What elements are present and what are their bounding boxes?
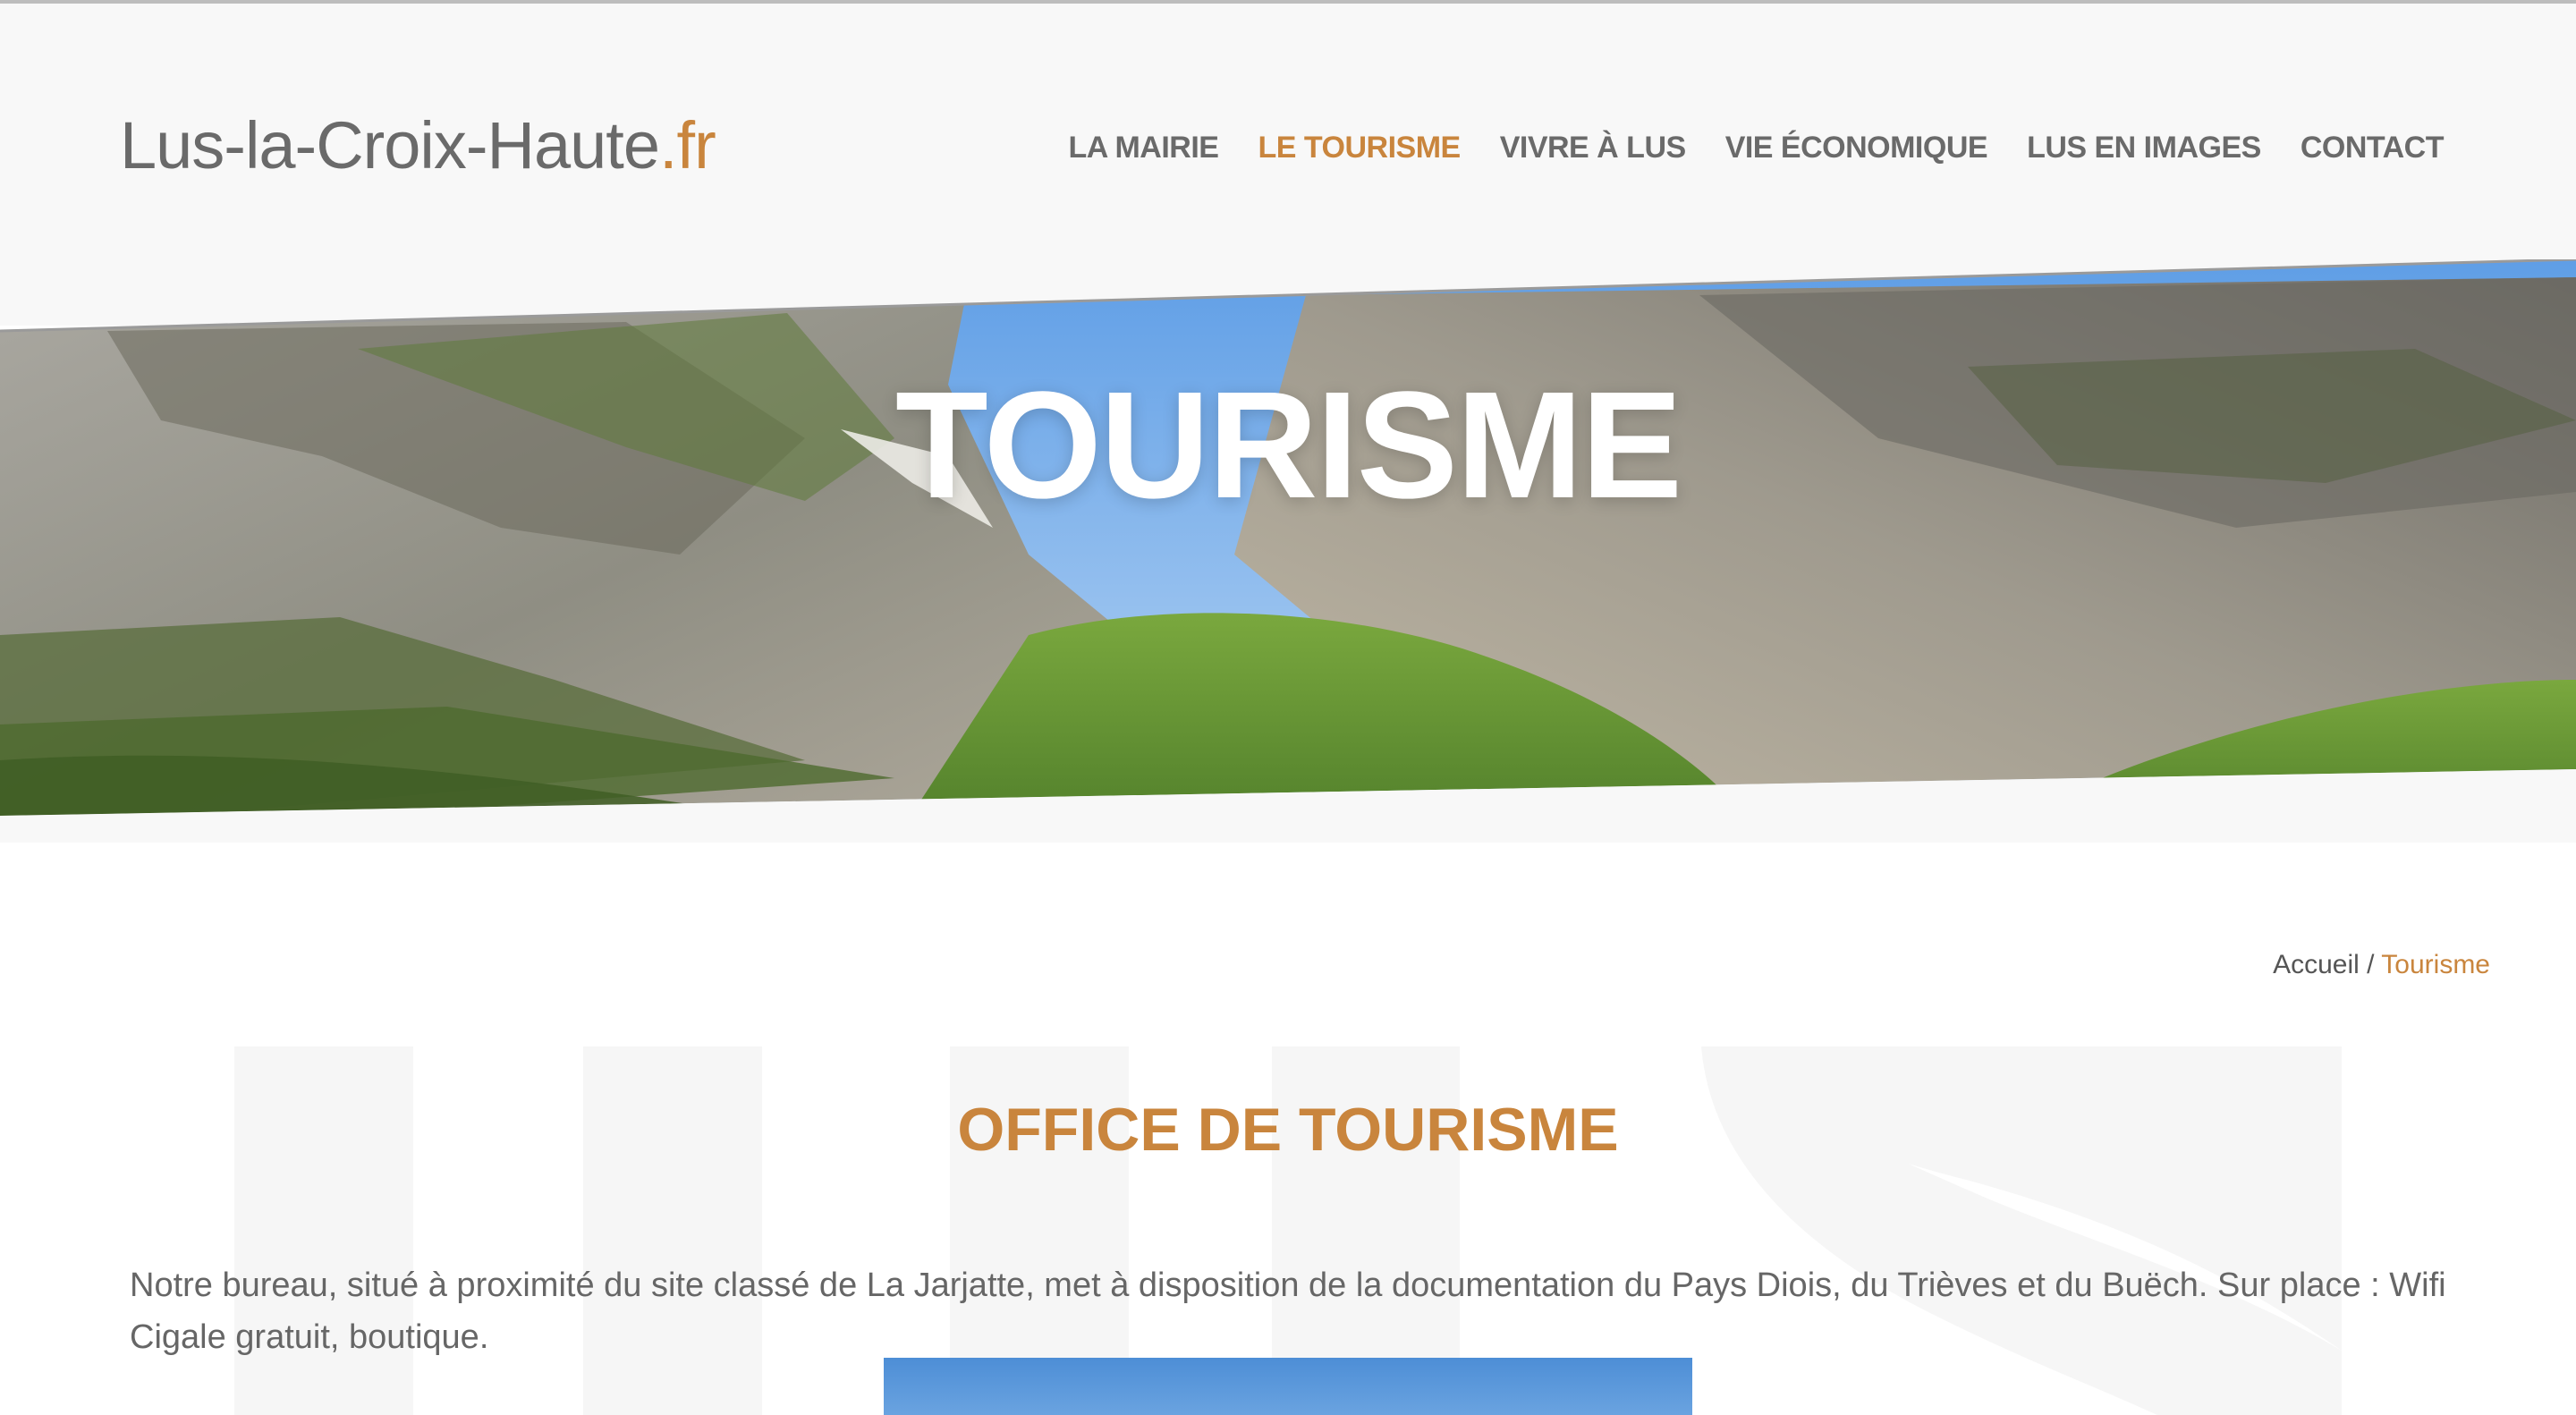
- breadcrumb-separator: /: [2359, 950, 2382, 979]
- nav-item-le-tourisme[interactable]: LE TOURISME: [1258, 131, 1461, 165]
- nav-item-contact[interactable]: CONTACT: [2301, 131, 2445, 165]
- nav-item-vie-economique[interactable]: VIE ÉCONOMIQUE: [1725, 131, 1988, 165]
- site-logo[interactable]: Lus-la-Croix-Haute.fr: [120, 107, 716, 183]
- nav-item-vivre-a-lus[interactable]: VIVRE À LUS: [1500, 131, 1686, 165]
- breadcrumb: Accueil / Tourisme: [2273, 950, 2490, 980]
- logo-main-text: Lus-la-Croix-Haute: [120, 108, 660, 182]
- intro-paragraph: Notre bureau, situé à proximité du site …: [130, 1267, 2446, 1356]
- breadcrumb-current: Tourisme: [2381, 950, 2490, 979]
- nav-item-la-mairie[interactable]: LA MAIRIE: [1068, 131, 1219, 165]
- main-nav: LA MAIRIE LE TOURISME VIVRE À LUS VIE ÉC…: [1068, 125, 2444, 170]
- nav-item-lus-en-images[interactable]: LUS EN IMAGES: [2027, 131, 2261, 165]
- content-image: [884, 1358, 1692, 1415]
- breadcrumb-home-link[interactable]: Accueil: [2273, 950, 2360, 979]
- hero-title: TOURISME: [894, 360, 1682, 530]
- logo-tld-text: .fr: [658, 108, 716, 182]
- section-title: OFFICE DE TOURISME: [957, 1095, 1619, 1164]
- hero-banner-image: [0, 259, 2576, 816]
